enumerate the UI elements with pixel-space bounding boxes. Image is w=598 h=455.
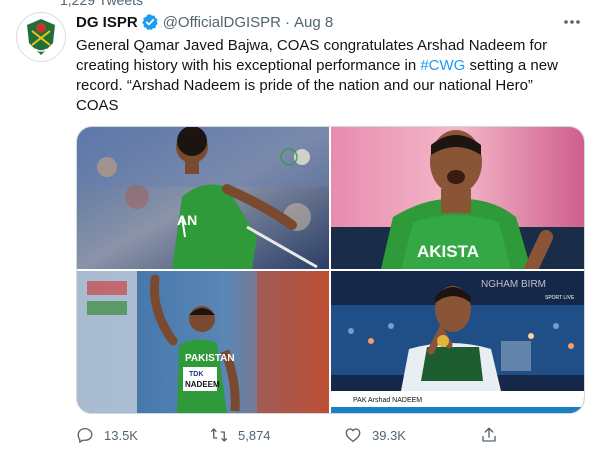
jersey-text: AN bbox=[177, 212, 197, 228]
more-options-icon[interactable] bbox=[562, 14, 582, 30]
bib-sponsor: TDK bbox=[189, 371, 203, 378]
heart-icon bbox=[345, 428, 361, 443]
separator-dot: · bbox=[285, 13, 290, 31]
tweet-header: DG ISPR @OfficialDGISPR · Aug 8 bbox=[76, 12, 333, 32]
like-count: 39.3K bbox=[372, 427, 406, 443]
ispr-logo-icon bbox=[18, 14, 64, 60]
tweets-count-partial: 1,229 Tweets bbox=[60, 0, 144, 8]
athlete-celebrating-photo: AKISTA bbox=[331, 127, 584, 269]
reply-count: 13.5K bbox=[104, 427, 138, 443]
photo-athlete-medal[interactable]: NGHAM BIRM SPORT LIVE PAK Arshad NADEEM bbox=[331, 271, 584, 413]
user-handle[interactable]: @OfficialDGISPR bbox=[163, 14, 281, 31]
tweet-text: General Qamar Javed Bajwa, COAS congratu… bbox=[76, 36, 576, 116]
retweet-icon bbox=[210, 428, 228, 442]
media-grid: AN AKISTA PAKISTAN TDK NADEEM NGHAM BIRM… bbox=[76, 126, 585, 414]
share-button[interactable] bbox=[480, 424, 508, 446]
display-name[interactable]: DG ISPR bbox=[76, 14, 138, 31]
jersey-text: PAKISTAN bbox=[185, 353, 235, 364]
retweet-count: 5,874 bbox=[238, 427, 271, 443]
bib-name: NADEEM bbox=[185, 380, 220, 389]
banner-text: PAK Arshad NADEEM bbox=[353, 397, 422, 404]
verified-badge-icon bbox=[141, 14, 158, 31]
hashtag-link[interactable]: #CWG bbox=[420, 57, 465, 74]
athlete-medal-photo: NGHAM BIRM SPORT LIVE PAK Arshad NADEEM bbox=[331, 271, 584, 413]
tweet-actions: 13.5K 5,874 39.3K bbox=[76, 424, 496, 446]
athlete-throwing-photo: AN bbox=[77, 127, 329, 269]
logo-text: SPORT LIVE bbox=[545, 295, 575, 301]
share-icon bbox=[482, 427, 496, 442]
jersey-text: AKISTA bbox=[417, 242, 479, 261]
tweet-date[interactable]: Aug 8 bbox=[294, 14, 333, 31]
retweet-button[interactable]: 5,874 bbox=[210, 424, 271, 446]
photo-athlete-celebrating[interactable]: AKISTA bbox=[331, 127, 584, 269]
reply-icon bbox=[77, 427, 93, 443]
avatar[interactable] bbox=[16, 12, 66, 62]
athlete-waving-photo: PAKISTAN TDK NADEEM bbox=[77, 271, 329, 413]
like-button[interactable]: 39.3K bbox=[344, 424, 406, 446]
background-text: NGHAM BIRM bbox=[481, 279, 546, 290]
photo-athlete-throwing[interactable]: AN bbox=[77, 127, 329, 269]
reply-button[interactable]: 13.5K bbox=[76, 424, 138, 446]
photo-athlete-waving[interactable]: PAKISTAN TDK NADEEM bbox=[77, 271, 329, 413]
